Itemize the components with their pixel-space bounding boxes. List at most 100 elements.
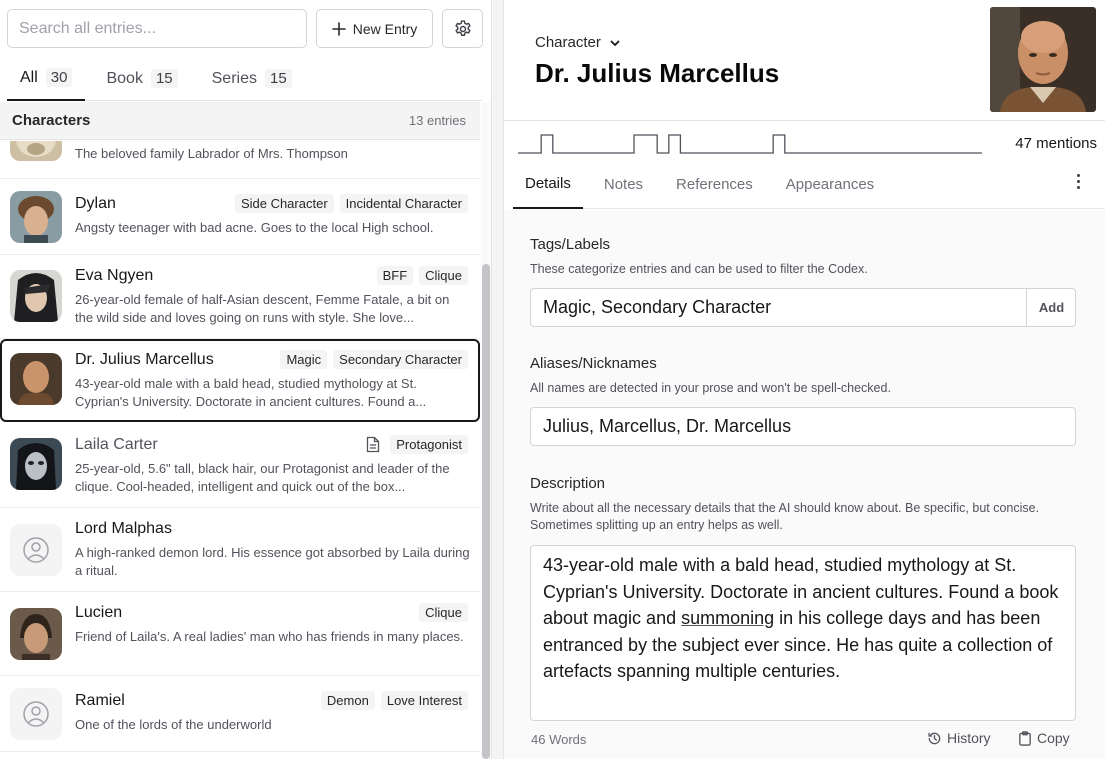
avatar-placeholder: [10, 524, 62, 576]
avatar: [10, 270, 62, 322]
entry-type-label: Character: [535, 34, 601, 51]
word-count: 46 Words: [531, 732, 587, 747]
section-title: Characters: [12, 112, 91, 129]
entry-description: The beloved family Labrador of Mrs. Thom…: [75, 146, 348, 161]
aliases-input[interactable]: Julius, Marcellus, Dr. Marcellus: [530, 407, 1076, 446]
list-item[interactable]: Dylan Side Character Incidental Characte…: [0, 179, 480, 255]
clipboard-icon: [1019, 730, 1031, 746]
tag: Secondary Character: [333, 350, 468, 369]
list-item[interactable]: Lucien Clique Friend of Laila's. A real …: [0, 592, 480, 676]
list-item[interactable]: Ramiel Demon Love Interest One of the lo…: [0, 676, 480, 752]
chevron-down-icon: [610, 40, 620, 46]
gear-icon: [454, 19, 471, 36]
entry-title: Dr. Julius Marcellus: [535, 58, 780, 88]
mentions-sparkline: [518, 134, 982, 154]
avatar: [10, 608, 62, 660]
tab-notes[interactable]: Notes: [592, 160, 655, 209]
entry-description: A high-ranked demon lord. His essence go…: [75, 545, 470, 578]
tag: Clique: [419, 266, 468, 285]
tab-all-label: All: [20, 68, 38, 86]
tab-all-count: 30: [45, 68, 73, 87]
list-item[interactable]: Lord Malphas A high-ranked demon lord. H…: [0, 508, 480, 592]
list-header: Characters 13 entries: [0, 102, 480, 140]
details-form: Tags/Labels These categorize entries and…: [504, 210, 1105, 759]
entry-tags: Side Character Incidental Character: [234, 194, 468, 213]
sparkline-path: [518, 134, 982, 154]
tag: Magic: [280, 350, 328, 369]
avatar: [10, 141, 62, 161]
tag: Side Character: [234, 194, 334, 213]
copy-label: Copy: [1037, 730, 1070, 746]
search-input[interactable]: [7, 9, 307, 48]
detail-tabs: Details Notes References Appearances: [513, 160, 1105, 209]
tab-details[interactable]: Details: [513, 160, 583, 209]
entry-tags: BFF Clique: [376, 266, 468, 285]
new-entry-button[interactable]: New Entry: [316, 9, 433, 48]
tag: Demon: [320, 691, 375, 710]
description-textarea[interactable]: 43-year-old male with a bald head, studi…: [530, 545, 1076, 721]
entry-name: Laila Carter: [75, 436, 158, 453]
tags-input[interactable]: Magic, Secondary Character Add: [530, 288, 1076, 327]
tag: BFF: [376, 266, 414, 285]
list-item[interactable]: Laila Carter Protagonist 25-year-old, 5.…: [0, 424, 480, 508]
avatar: [10, 438, 62, 490]
entry-type-dropdown[interactable]: Character: [535, 34, 621, 51]
character-portrait[interactable]: [990, 7, 1096, 112]
tab-book[interactable]: Book 15: [93, 56, 190, 101]
entry-tags: Demon Love Interest: [320, 691, 468, 710]
entry-description: 43-year-old male with a bald head, studi…: [75, 376, 427, 409]
entry-count: 13 entries: [408, 113, 466, 128]
entry-description: 25-year-old, 5.6" tall, black hair, our …: [75, 461, 450, 494]
description-label: Description: [530, 475, 606, 492]
settings-button[interactable]: [442, 9, 483, 48]
entry-description: One of the lords of the underworld: [75, 717, 272, 732]
tab-book-count: 15: [150, 69, 178, 88]
tab-appearances[interactable]: Appearances: [774, 160, 886, 209]
entry-description: Angsty teenager with bad acne. Goes to t…: [75, 220, 434, 235]
tab-references[interactable]: References: [664, 160, 765, 209]
entry-name: Eva Ngyen: [75, 267, 154, 284]
spellcheck-flagged-word[interactable]: summoning: [681, 608, 774, 628]
scrollbar-thumb[interactable]: [482, 264, 490, 759]
entry-tags: Protagonist: [366, 435, 468, 454]
tab-all[interactable]: All 30: [7, 56, 86, 101]
tab-series-label: Series: [211, 69, 257, 87]
mentions-count: 47 mentions: [1015, 135, 1097, 152]
tag: Incidental Character: [339, 194, 468, 213]
user-icon: [23, 701, 49, 727]
aliases-value: Julius, Marcellus, Dr. Marcellus: [543, 416, 792, 436]
entries-panel: New Entry All 30 Book 15 Series 15 Chara…: [0, 0, 492, 759]
tag: Love Interest: [380, 691, 468, 710]
history-button[interactable]: History: [927, 730, 991, 746]
list-item[interactable]: Eva Ngyen BFF Clique 26-year-old female …: [0, 255, 480, 339]
tab-series[interactable]: Series 15: [199, 56, 305, 101]
new-entry-label: New Entry: [352, 20, 418, 37]
tab-book-label: Book: [106, 69, 143, 87]
document-icon: [366, 436, 380, 453]
aliases-label: Aliases/Nicknames: [530, 355, 657, 372]
more-options-icon[interactable]: [1073, 170, 1083, 192]
entry-list: The beloved family Labrador of Mrs. Thom…: [0, 141, 480, 759]
entry-name: Dr. Julius Marcellus: [75, 351, 214, 368]
add-tag-button[interactable]: Add: [1026, 289, 1076, 326]
description-footer: 46 Words History Copy: [530, 730, 1076, 750]
user-icon: [23, 537, 49, 563]
aliases-hint: All names are detected in your prose and…: [530, 381, 891, 395]
entry-name: Ramiel: [75, 692, 125, 709]
mentions-timeline: 47 mentions: [504, 120, 1105, 160]
entry-description: Friend of Laila's. A real ladies' man wh…: [75, 629, 464, 644]
plus-icon: [331, 21, 346, 36]
tags-label: Tags/Labels: [530, 236, 611, 253]
entry-detail-panel: Character Dr. Julius Marcellus 47 mentio…: [503, 0, 1105, 759]
list-item-selected[interactable]: Dr. Julius Marcellus Magic Secondary Cha…: [0, 339, 480, 422]
entry-name: Lord Malphas: [75, 520, 172, 537]
filter-tabs: All 30 Book 15 Series 15: [7, 56, 483, 101]
tab-series-count: 15: [264, 69, 292, 88]
tags-value: Magic, Secondary Character: [543, 297, 772, 317]
entry-name: Lucien: [75, 604, 123, 621]
copy-button[interactable]: Copy: [1018, 730, 1070, 746]
tags-hint: These categorize entries and can be used…: [530, 262, 868, 276]
history-label: History: [947, 730, 991, 746]
list-item[interactable]: The beloved family Labrador of Mrs. Thom…: [0, 141, 480, 179]
entry-name: Dylan: [75, 195, 116, 212]
